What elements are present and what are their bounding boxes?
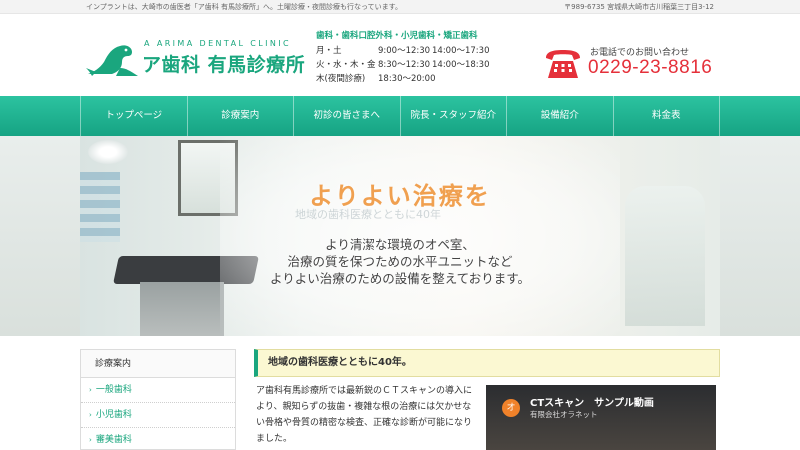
nav-equipment[interactable]: 設備紹介 [506, 96, 613, 136]
sidebar-item-label: 審美歯科 [95, 435, 132, 445]
top-note: インプラントは、大崎市の歯医者「ア歯科 有馬診療所」へ。土曜診療・夜間診療も行な… [86, 3, 402, 11]
main-content: 地域の歯科医療とともに40年。 ア歯科有馬診療所では最新鋭のＣＴスキャンの導入に… [254, 349, 720, 450]
hero-slider: 地域の歯科医療とともに40年 よりよい治療を より清潔な環境のオペ室、 治療の質… [80, 136, 720, 336]
sidebar-title: 診療案内 [81, 350, 235, 378]
hours-pm: 14:00〜18:30 [432, 60, 490, 70]
hours-pm: 14:00〜17:30 [432, 46, 490, 56]
hours-row: 月・土 9:00〜12:30 14:00〜17:30 [316, 44, 516, 58]
top-info-bar: インプラントは、大崎市の歯医者「ア歯科 有馬診療所」へ。土曜診療・夜間診療も行な… [0, 0, 800, 14]
sidebar-services: 診療案内 › 一般歯科 › 小児歯科 › 審美歯科 [80, 349, 236, 450]
surgical-lamp-image [88, 140, 128, 164]
hours-days: 月・土 [316, 46, 342, 56]
sidebar-item-aesthetic[interactable]: › 審美歯科 [81, 428, 235, 450]
video-channel[interactable]: 有限会社オラネット [530, 409, 598, 420]
nav-fees[interactable]: 料金表 [612, 96, 720, 136]
hero-headline: よりよい治療を [309, 182, 491, 210]
nav-staff[interactable]: 院長・スタッフ紹介 [399, 96, 507, 136]
seal-logo-icon [86, 45, 138, 76]
hero-left-edge [0, 136, 80, 336]
hours-row: 木(夜間診療) 18:30〜20:00 [316, 72, 516, 86]
hero-subtext: より清潔な環境のオペ室、 治療の質を保つための水平ユニットなど よりよい治療のた… [80, 236, 720, 287]
section-heading: 地域の歯科医療とともに40年。 [254, 349, 720, 377]
hours-days: 木(夜間診療) [316, 74, 366, 84]
nav-top[interactable]: トップページ [80, 96, 187, 136]
hours-am: 9:00〜12:30 [378, 46, 431, 56]
chair-base-image [140, 282, 224, 336]
site-logo[interactable]: A ARIMA DENTAL CLINIC ア歯科 有馬診療所 [86, 30, 306, 90]
hours-days: 火・水・木・金 [316, 60, 376, 70]
video-player[interactable]: オ CTスキャン サンプル動画 有限会社オラネット [486, 385, 716, 450]
hero-line: よりよい治療のための設備を整えております。 [269, 271, 530, 286]
chevron-right-icon: › [89, 386, 92, 394]
video-title[interactable]: CTスキャン サンプル動画 [530, 394, 654, 409]
top-address: 〒989-6735 宮城県大崎市古川稲葉三丁目3-12 [564, 3, 714, 11]
section-body: ア歯科有馬診療所では最新鋭のＣＴスキャンの導入により、親知らずの抜歯・複雑な根の… [256, 386, 473, 444]
phone-number[interactable]: 0229-23-8816 [588, 57, 712, 79]
telephone-icon [546, 50, 580, 78]
channel-avatar[interactable]: オ [502, 399, 520, 417]
logo-japanese: ア歯科 有馬診療所 [142, 54, 306, 76]
chevron-right-icon: › [89, 436, 92, 444]
phone-contact[interactable]: お電話でのお問い合わせ 0229-23-8816 [544, 45, 724, 85]
nav-first-visit[interactable]: 初診の皆さまへ [293, 96, 400, 136]
hours-am: 18:30〜20:00 [378, 74, 436, 84]
hero-line: 治療の質を保つための水平ユニットなど [287, 254, 513, 269]
sidebar-item-label: 一般歯科 [95, 385, 132, 395]
departments: 歯科・歯科口腔外科・小児歯科・矯正歯科 [316, 31, 478, 41]
chevron-right-icon: › [89, 411, 92, 419]
sidebar-item-label: 小児歯科 [95, 410, 132, 420]
hero-right-edge [720, 136, 800, 336]
clinic-hours: 歯科・歯科口腔外科・小児歯科・矯正歯科 月・土 9:00〜12:30 14:00… [316, 29, 516, 86]
hours-am: 8:30〜12:30 [378, 60, 431, 70]
logo-english: A ARIMA DENTAL CLINIC [144, 39, 291, 48]
nav-services[interactable]: 診療案内 [186, 96, 294, 136]
sidebar-item-general[interactable]: › 一般歯科 [81, 378, 235, 403]
global-nav: トップページ 診療案内 初診の皆さまへ 院長・スタッフ紹介 設備紹介 料金表 [0, 96, 800, 136]
hours-row: 火・水・木・金 8:30〜12:30 14:00〜18:30 [316, 58, 516, 72]
hero-line: より清潔な環境のオペ室、 [325, 237, 475, 252]
sidebar-item-pediatric[interactable]: › 小児歯科 [81, 403, 235, 428]
